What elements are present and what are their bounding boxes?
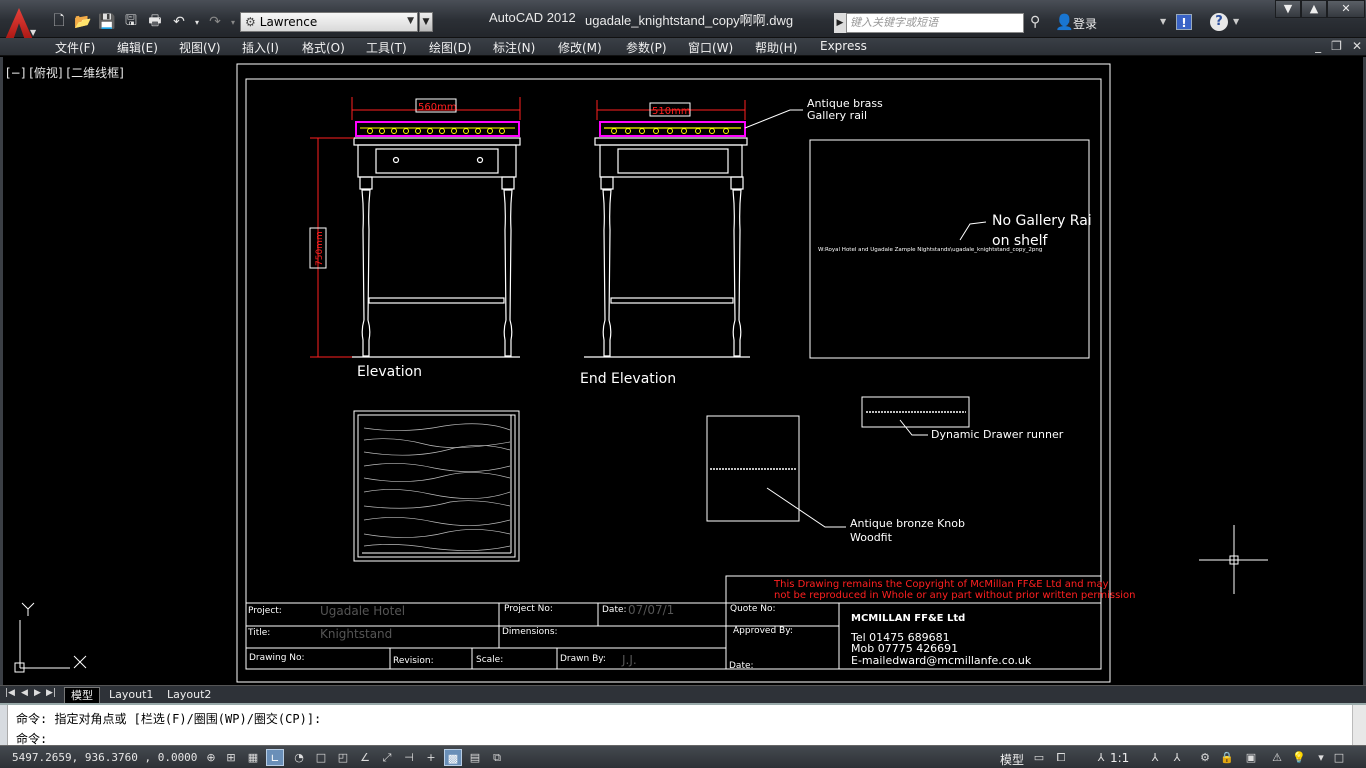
quick-view-layouts-icon[interactable]: ▭ [1030, 749, 1048, 766]
quick-properties-icon[interactable]: ▤ [466, 749, 484, 766]
tb-project: Ugadale Hotel [320, 604, 405, 618]
3d-object-snap-icon[interactable]: ◰ [334, 749, 352, 766]
prev-tab-button[interactable]: ◀ [21, 688, 28, 698]
layout-tabs: |◀ ◀ ▶ ▶| 模型 Layout1 Layout2 [0, 685, 1366, 703]
tb-project-label: Project: [248, 606, 282, 616]
ucs-icon [14, 602, 87, 673]
annotation-scale-value[interactable]: 1:1 [1110, 751, 1129, 765]
tb-drawn-by: Drawn By: [560, 654, 606, 664]
ortho-mode-icon[interactable]: ∟ [266, 749, 284, 766]
toolbar-lock-icon[interactable]: 🔒 [1218, 749, 1236, 766]
annotation-scale-icon[interactable]: ⅄ [1092, 749, 1110, 766]
tb-date-2: Date: [729, 661, 754, 671]
last-tab-button[interactable]: ▶| [46, 688, 56, 698]
isolate-objects-icon[interactable]: 💡 [1290, 749, 1308, 766]
plan-view [353, 410, 520, 562]
dynamic-input-icon[interactable]: ⊣ [400, 749, 418, 766]
tb-dimensions: Dimensions: [502, 627, 558, 637]
workspace-switching-icon[interactable]: ⚙ [1196, 749, 1214, 766]
infer-constraints-icon[interactable]: ⊕ [202, 749, 220, 766]
selection-cycling-icon[interactable]: ⧉ [488, 749, 506, 766]
note-gallery-2: Gallery rail [807, 109, 867, 122]
dim-height: 750mm [315, 231, 325, 266]
tb-email: E-mailedward@mcmillanfe.co.uk [851, 654, 1032, 667]
copyright-line-2: not be reproduced in Whole or any part w… [774, 590, 1136, 601]
label-end-elevation: End Elevation [580, 371, 676, 387]
object-snap-tracking-icon[interactable]: ∠ [356, 749, 374, 766]
tb-drawing-no: Drawing No: [249, 653, 305, 663]
tb-project-no: Project No: [504, 604, 553, 614]
dim-width-front: 560mm [418, 102, 457, 113]
hardware-acceleration-icon[interactable]: ▣ [1242, 749, 1260, 766]
polar-tracking-icon[interactable]: ◔ [290, 749, 308, 766]
front-elevation [352, 121, 521, 358]
dim-width-end: 510mm [652, 106, 691, 117]
tb-drawn-by-value: J.J. [621, 653, 637, 667]
tb-company: MCMILLAN FF&E Ltd [851, 613, 965, 624]
command-line-grip[interactable] [0, 705, 8, 745]
note-knob-2: Woodfit [850, 531, 893, 544]
dynamic-ucs-icon[interactable]: ⤢ [378, 749, 396, 766]
tb-revision: Revision: [393, 656, 434, 666]
tab-layout2[interactable]: Layout2 [161, 687, 217, 703]
command-line: 命令: 指定对角点或 [栏选(F)/圈围(WP)/圈交(CP)]: 命令: [0, 703, 1366, 746]
command-scrollbar[interactable] [1352, 705, 1366, 745]
snap-mode-icon[interactable]: ⊞ [222, 749, 240, 766]
next-tab-button[interactable]: ▶ [34, 688, 41, 698]
note-knob: Antique bronze Knob [850, 517, 965, 530]
model-space-button[interactable]: 模型 [1000, 751, 1024, 768]
leader-gallery [744, 109, 803, 129]
lineweight-icon[interactable]: + [422, 749, 440, 766]
tb-quote: Quote No: [730, 604, 776, 614]
quick-view-drawings-icon[interactable]: ⧠ [1052, 749, 1070, 766]
note-no-gallery-2: on shelf [992, 233, 1049, 249]
tb-date-label: Date: [602, 605, 627, 615]
tb-scale: Scale: [476, 655, 503, 665]
clean-screen-icon[interactable]: □ [1330, 749, 1348, 766]
auto-scale-icon[interactable]: ⅄ [1168, 749, 1186, 766]
tab-layout1[interactable]: Layout1 [103, 687, 159, 703]
warning-icon[interactable]: ⚠ [1268, 749, 1286, 766]
grid-display-icon[interactable]: ▦ [244, 749, 262, 766]
tb-date: 07/07/1 [628, 603, 674, 617]
transparency-icon[interactable]: ▩ [444, 749, 462, 766]
end-elevation [584, 121, 750, 358]
first-tab-button[interactable]: |◀ [5, 688, 15, 698]
note-runner: Dynamic Drawer runner [931, 428, 1064, 441]
status-bar: 5497.2659, 936.3760 , 0.0000 ⊕ ⊞ ▦ ∟ ◔ □… [0, 745, 1366, 768]
status-menu-icon[interactable]: ▾ [1312, 749, 1330, 766]
crosshair-cursor [1199, 525, 1268, 594]
copyright-line-1: This Drawing remains the Copyright of Mc… [773, 579, 1109, 590]
leader-no-gallery [959, 221, 987, 241]
note-no-gallery: No Gallery Rai [992, 213, 1092, 229]
label-elevation: Elevation [357, 364, 422, 380]
tab-model[interactable]: 模型 [64, 687, 100, 703]
command-history: 命令: 指定对角点或 [栏选(F)/圈围(WP)/圈交(CP)]: [16, 712, 322, 726]
tb-title-label: Title: [247, 628, 270, 638]
object-snap-icon[interactable]: □ [312, 749, 330, 766]
annotation-visibility-icon[interactable]: ⅄ [1146, 749, 1164, 766]
drawing-sheet: 560mm 750mm Elevation 510mm End Elevatio… [14, 63, 1268, 683]
coordinate-readout[interactable]: 5497.2659, 936.3760 , 0.0000 [12, 751, 197, 764]
tb-title: Knightstand [320, 627, 392, 641]
tb-approved: Approved By: [733, 626, 793, 636]
